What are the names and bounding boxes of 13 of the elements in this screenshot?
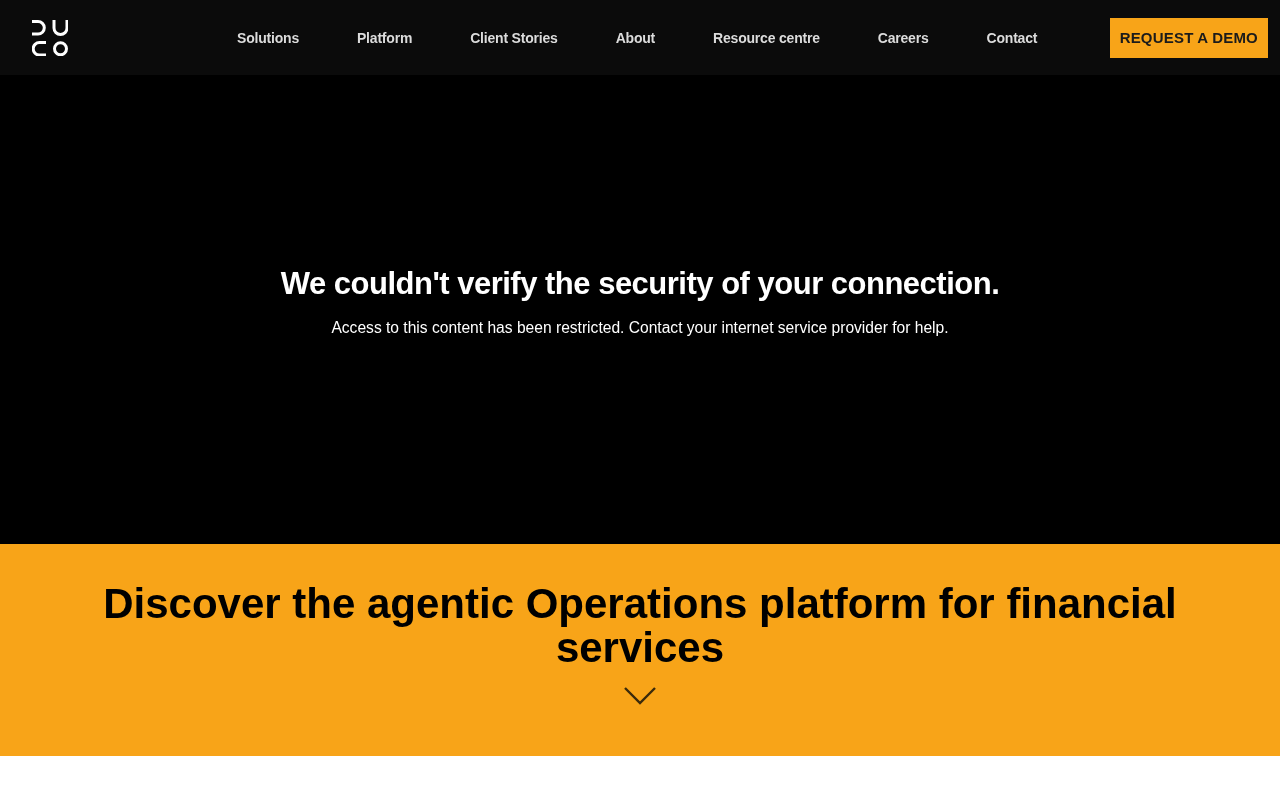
nav-link[interactable]: Platform [357,29,413,46]
banner-heading: Discover the agentic Operations platform for financial services [102,582,1178,670]
nav-link[interactable]: Solutions [237,29,299,46]
nav-link[interactable]: About [615,29,656,46]
nav-link[interactable]: Client Stories [470,29,558,46]
nav-link[interactable]: Resource centre [713,29,820,46]
nav-link[interactable]: Careers [877,29,929,46]
logo-icon[interactable] [32,19,68,56]
error-heading: We couldn't verify the security of your connection. [280,265,1000,303]
nav-link[interactable]: Contact [986,29,1038,46]
request-demo-button[interactable]: REQUEST A DEMO [1109,17,1268,58]
error-message: Access to this content has been restricted. Contact your internet service provider for help. [331,318,949,338]
chevron-down-icon[interactable] [624,687,656,705]
